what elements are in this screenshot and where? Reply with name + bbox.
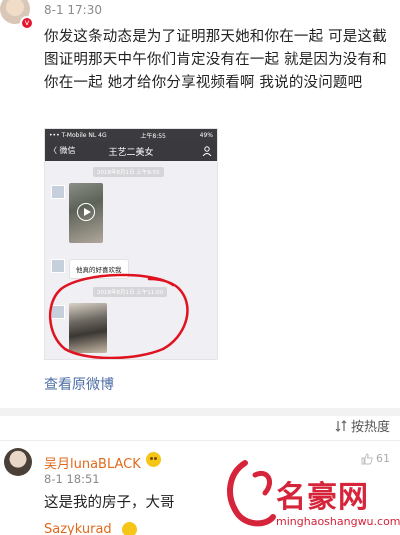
person-icon	[202, 146, 212, 156]
comment-timestamp: 8-1 18:51	[44, 472, 100, 486]
sender-avatar	[51, 185, 65, 199]
battery-text: 49%	[199, 131, 213, 139]
view-original-post-link[interactable]: 查看原微博	[44, 374, 114, 394]
emoji-icon	[122, 522, 137, 535]
video-message-thumbnail	[69, 183, 103, 243]
next-commenter-name[interactable]: Sazykurad	[44, 522, 112, 535]
comment-sort-bar: 按热度	[0, 416, 400, 438]
post-content: 你发这条动态是为了证明那天她和你在一起 可是这截图证明那天中午你们肯定没有在一起…	[44, 29, 387, 91]
sort-icon	[335, 419, 347, 432]
chat-timestamp: 2018年8月1日 上午8:55	[93, 167, 164, 177]
clock-text: 上午8:55	[140, 132, 166, 140]
watermark-brand: 名豪网	[276, 480, 369, 515]
watermark-url: minghaoshangwu.com	[276, 515, 400, 528]
commenter-avatar[interactable]	[4, 448, 32, 476]
vip-badge-icon: v	[20, 16, 34, 30]
chat-title: 王艺二美女	[108, 147, 154, 158]
embedded-chat-screenshot[interactable]: ••• T-Mobile NL 4G 上午8:55 49% 〈 微信 王艺二美女…	[44, 128, 218, 360]
sort-label: 按热度	[350, 420, 390, 435]
carrier-text: ••• T-Mobile NL 4G	[49, 131, 107, 139]
chat-nav-bar: 〈 微信 王艺二美女	[45, 141, 217, 161]
emoji-icon	[146, 452, 161, 467]
commenter-name[interactable]: 吴月lunaBLACK	[44, 453, 141, 472]
section-separator	[0, 408, 400, 416]
comment-text: 这是我的房子，大哥	[44, 495, 175, 511]
post-timestamp: 8-1 17:30	[44, 3, 102, 17]
back-label: 〈 微信	[49, 146, 76, 155]
play-icon	[77, 203, 95, 221]
divider	[0, 440, 400, 441]
sort-by-hot-button[interactable]: 按热度	[335, 416, 390, 435]
red-annotation-circle	[48, 273, 189, 359]
phone-status-bar: ••• T-Mobile NL 4G 上午8:55 49%	[45, 129, 217, 141]
